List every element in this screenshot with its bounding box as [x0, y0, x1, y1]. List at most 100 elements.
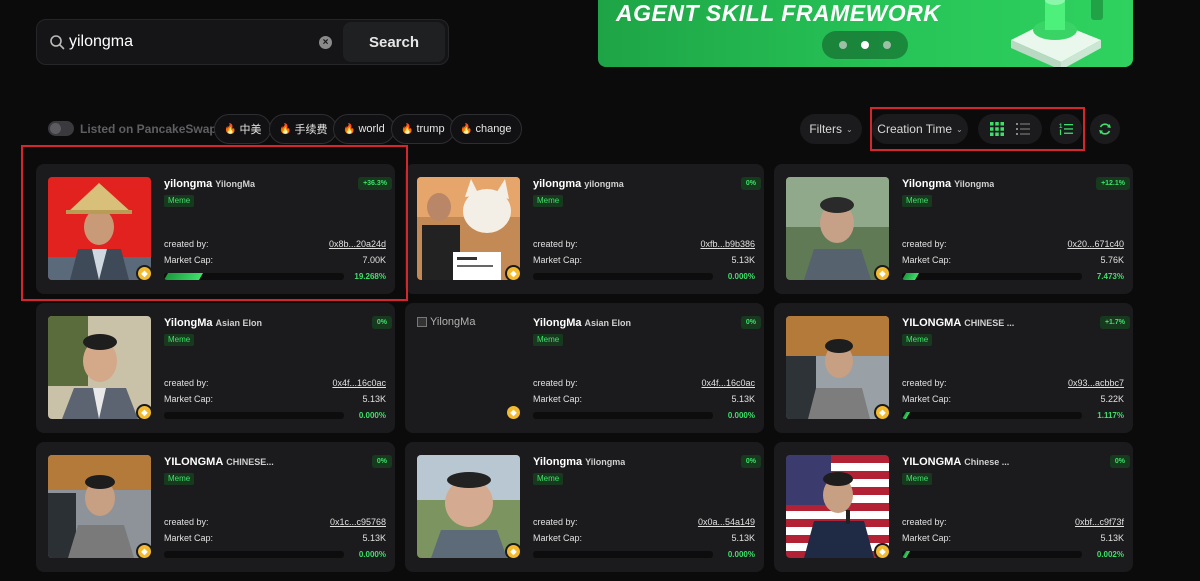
creator-label: created by:	[533, 239, 578, 249]
token-card[interactable]: ◆ Yilongma Yilongma Meme +12.1% created b…	[774, 164, 1133, 294]
tag-label: 手续费	[294, 124, 328, 136]
bonding-progress-bar	[533, 273, 713, 280]
filters-button[interactable]: Filters ⌄	[800, 114, 862, 144]
tag-label: change	[475, 123, 512, 135]
svg-text:1: 1	[1059, 124, 1063, 130]
tag-chip-world[interactable]: 🔥 world	[333, 114, 395, 144]
bonding-progress-bar	[164, 412, 344, 419]
category-tag: Meme	[533, 195, 564, 207]
market-cap-label: Market Cap:	[164, 533, 214, 543]
bnb-coin-icon: ◆	[505, 543, 522, 560]
creator-label: created by:	[164, 517, 209, 527]
bonding-progress-fill	[164, 412, 169, 419]
chevron-down-icon: ⌄	[845, 124, 853, 134]
market-cap-value: 5.13K	[362, 394, 386, 404]
market-cap-label: Market Cap:	[902, 255, 952, 265]
creator-label: created by:	[902, 378, 947, 388]
search-bar: × Search	[36, 19, 449, 65]
search-button[interactable]: Search	[343, 22, 445, 62]
token-image	[786, 177, 889, 280]
tag-chip-zhongmei[interactable]: 🔥 中美	[214, 114, 272, 144]
creator-address-link[interactable]: 0xfb...b9b386	[700, 239, 755, 249]
tag-label: world	[358, 123, 385, 135]
banner-title: AGENT SKILL FRAMEWORK	[616, 0, 941, 26]
price-change-badge: 0%	[740, 177, 761, 190]
token-ticker: Asian Elon	[215, 318, 262, 328]
fire-icon: 🔥	[343, 123, 356, 135]
tag-label: trump	[416, 123, 445, 135]
chevron-down-icon: ⌄	[956, 124, 963, 134]
banner-dot-2[interactable]	[861, 41, 869, 49]
creator-label: created by:	[533, 378, 578, 388]
bnb-coin-icon: ◆	[505, 265, 522, 282]
banner-dot-1[interactable]	[839, 41, 847, 49]
token-ticker: yilongma	[584, 179, 624, 189]
bonding-progress-percent: 7.473%	[1096, 272, 1124, 281]
creator-address-link[interactable]: 0x20...671c40	[1067, 239, 1124, 249]
creator-address-link[interactable]: 0x4f...16c0ac	[332, 378, 386, 388]
price-change-badge: 0%	[371, 316, 392, 329]
token-card[interactable]: ◆ YILONGMA Chinese ... Meme 0% created by…	[774, 442, 1133, 572]
category-tag: Meme	[533, 473, 564, 485]
category-tag: Meme	[902, 473, 933, 485]
bonding-progress-percent: 0.000%	[727, 411, 755, 420]
creator-address-link[interactable]: 0xbf...c9f73f	[1075, 517, 1124, 527]
market-cap-value: 5.13K	[731, 533, 755, 543]
tag-chip-trump[interactable]: 🔥 trump	[391, 114, 455, 144]
token-ticker: Yilongma	[585, 457, 626, 467]
creator-address-link[interactable]: 0x4f...16c0ac	[701, 378, 755, 388]
creator-label: created by:	[902, 239, 947, 249]
bonding-progress-fill	[902, 273, 920, 280]
refresh-button[interactable]	[1090, 114, 1120, 144]
token-card[interactable]: ◆ Yilongma Yilongma Meme 0% created by: 0…	[405, 442, 764, 572]
token-card[interactable]: ◆ YILONGMA CHINESE... Meme 0% created by:…	[36, 442, 395, 572]
market-cap-label: Market Cap:	[164, 394, 214, 404]
bonding-progress-bar	[902, 273, 1082, 280]
bnb-coin-icon: ◆	[136, 543, 153, 560]
creator-address-link[interactable]: 0x0a...54a149	[698, 517, 755, 527]
market-cap-value: 5.22K	[1100, 394, 1124, 404]
creator-address-link[interactable]: 0x93...acbbc7	[1068, 378, 1124, 388]
bnb-coin-icon: ◆	[874, 404, 891, 421]
bonding-progress-fill	[533, 412, 538, 419]
clear-search-icon[interactable]: ×	[319, 36, 332, 49]
token-card[interactable]: ◆ yilongma yilongma Meme 0% created by: 0…	[405, 164, 764, 294]
grid-view-icon[interactable]	[990, 122, 1004, 136]
refresh-icon	[1099, 123, 1111, 135]
bonding-progress-bar	[533, 551, 713, 558]
token-ticker: CHINESE...	[226, 457, 274, 467]
price-change-badge: +12.1%	[1096, 177, 1130, 190]
token-image	[48, 455, 151, 558]
category-tag: Meme	[533, 334, 564, 346]
sort-dropdown[interactable]: Creation Time ⌄	[872, 114, 968, 144]
bonding-progress-bar	[533, 412, 713, 419]
tag-chip-fee[interactable]: 🔥 手续费	[269, 114, 338, 144]
bnb-coin-icon: ◆	[874, 265, 891, 282]
token-ticker: Yilongma	[954, 179, 995, 189]
token-card[interactable]: ◆ YILONGMA CHINESE ... Meme +1.7% created…	[774, 303, 1133, 433]
promo-banner[interactable]: AGENT SKILL FRAMEWORK	[598, 0, 1133, 67]
first-card-highlight-box	[21, 145, 408, 301]
category-tag: Meme	[164, 334, 195, 346]
tag-chip-change[interactable]: 🔥 change	[450, 114, 522, 144]
creator-address-link[interactable]: 0x1c...c95768	[330, 517, 386, 527]
creator-label: created by:	[164, 378, 209, 388]
bonding-progress-bar	[902, 412, 1082, 419]
listed-toggle[interactable]	[48, 121, 74, 136]
token-name: YilongMa Asian Elon	[533, 317, 631, 329]
list-view-icon[interactable]	[1016, 122, 1030, 136]
bonding-progress-percent: 1.117%	[1097, 411, 1124, 420]
bonding-progress-bar	[902, 551, 1082, 558]
bonding-progress-fill	[902, 551, 910, 558]
token-image	[417, 455, 520, 558]
price-change-badge: +1.7%	[1099, 316, 1130, 329]
search-input[interactable]	[69, 20, 339, 64]
token-card[interactable]: YilongMa ◆ YilongMa Asian Elon Meme 0% cr…	[405, 303, 764, 433]
token-card[interactable]: ◆ YilongMa Asian Elon Meme 0% created by:…	[36, 303, 395, 433]
sort-order-button[interactable]: 1	[1050, 114, 1082, 144]
view-mode-toggle	[978, 114, 1042, 144]
bonding-progress-percent: 0.000%	[358, 550, 386, 559]
token-image	[786, 316, 889, 419]
banner-dot-3[interactable]	[883, 41, 891, 49]
token-image	[417, 177, 520, 280]
